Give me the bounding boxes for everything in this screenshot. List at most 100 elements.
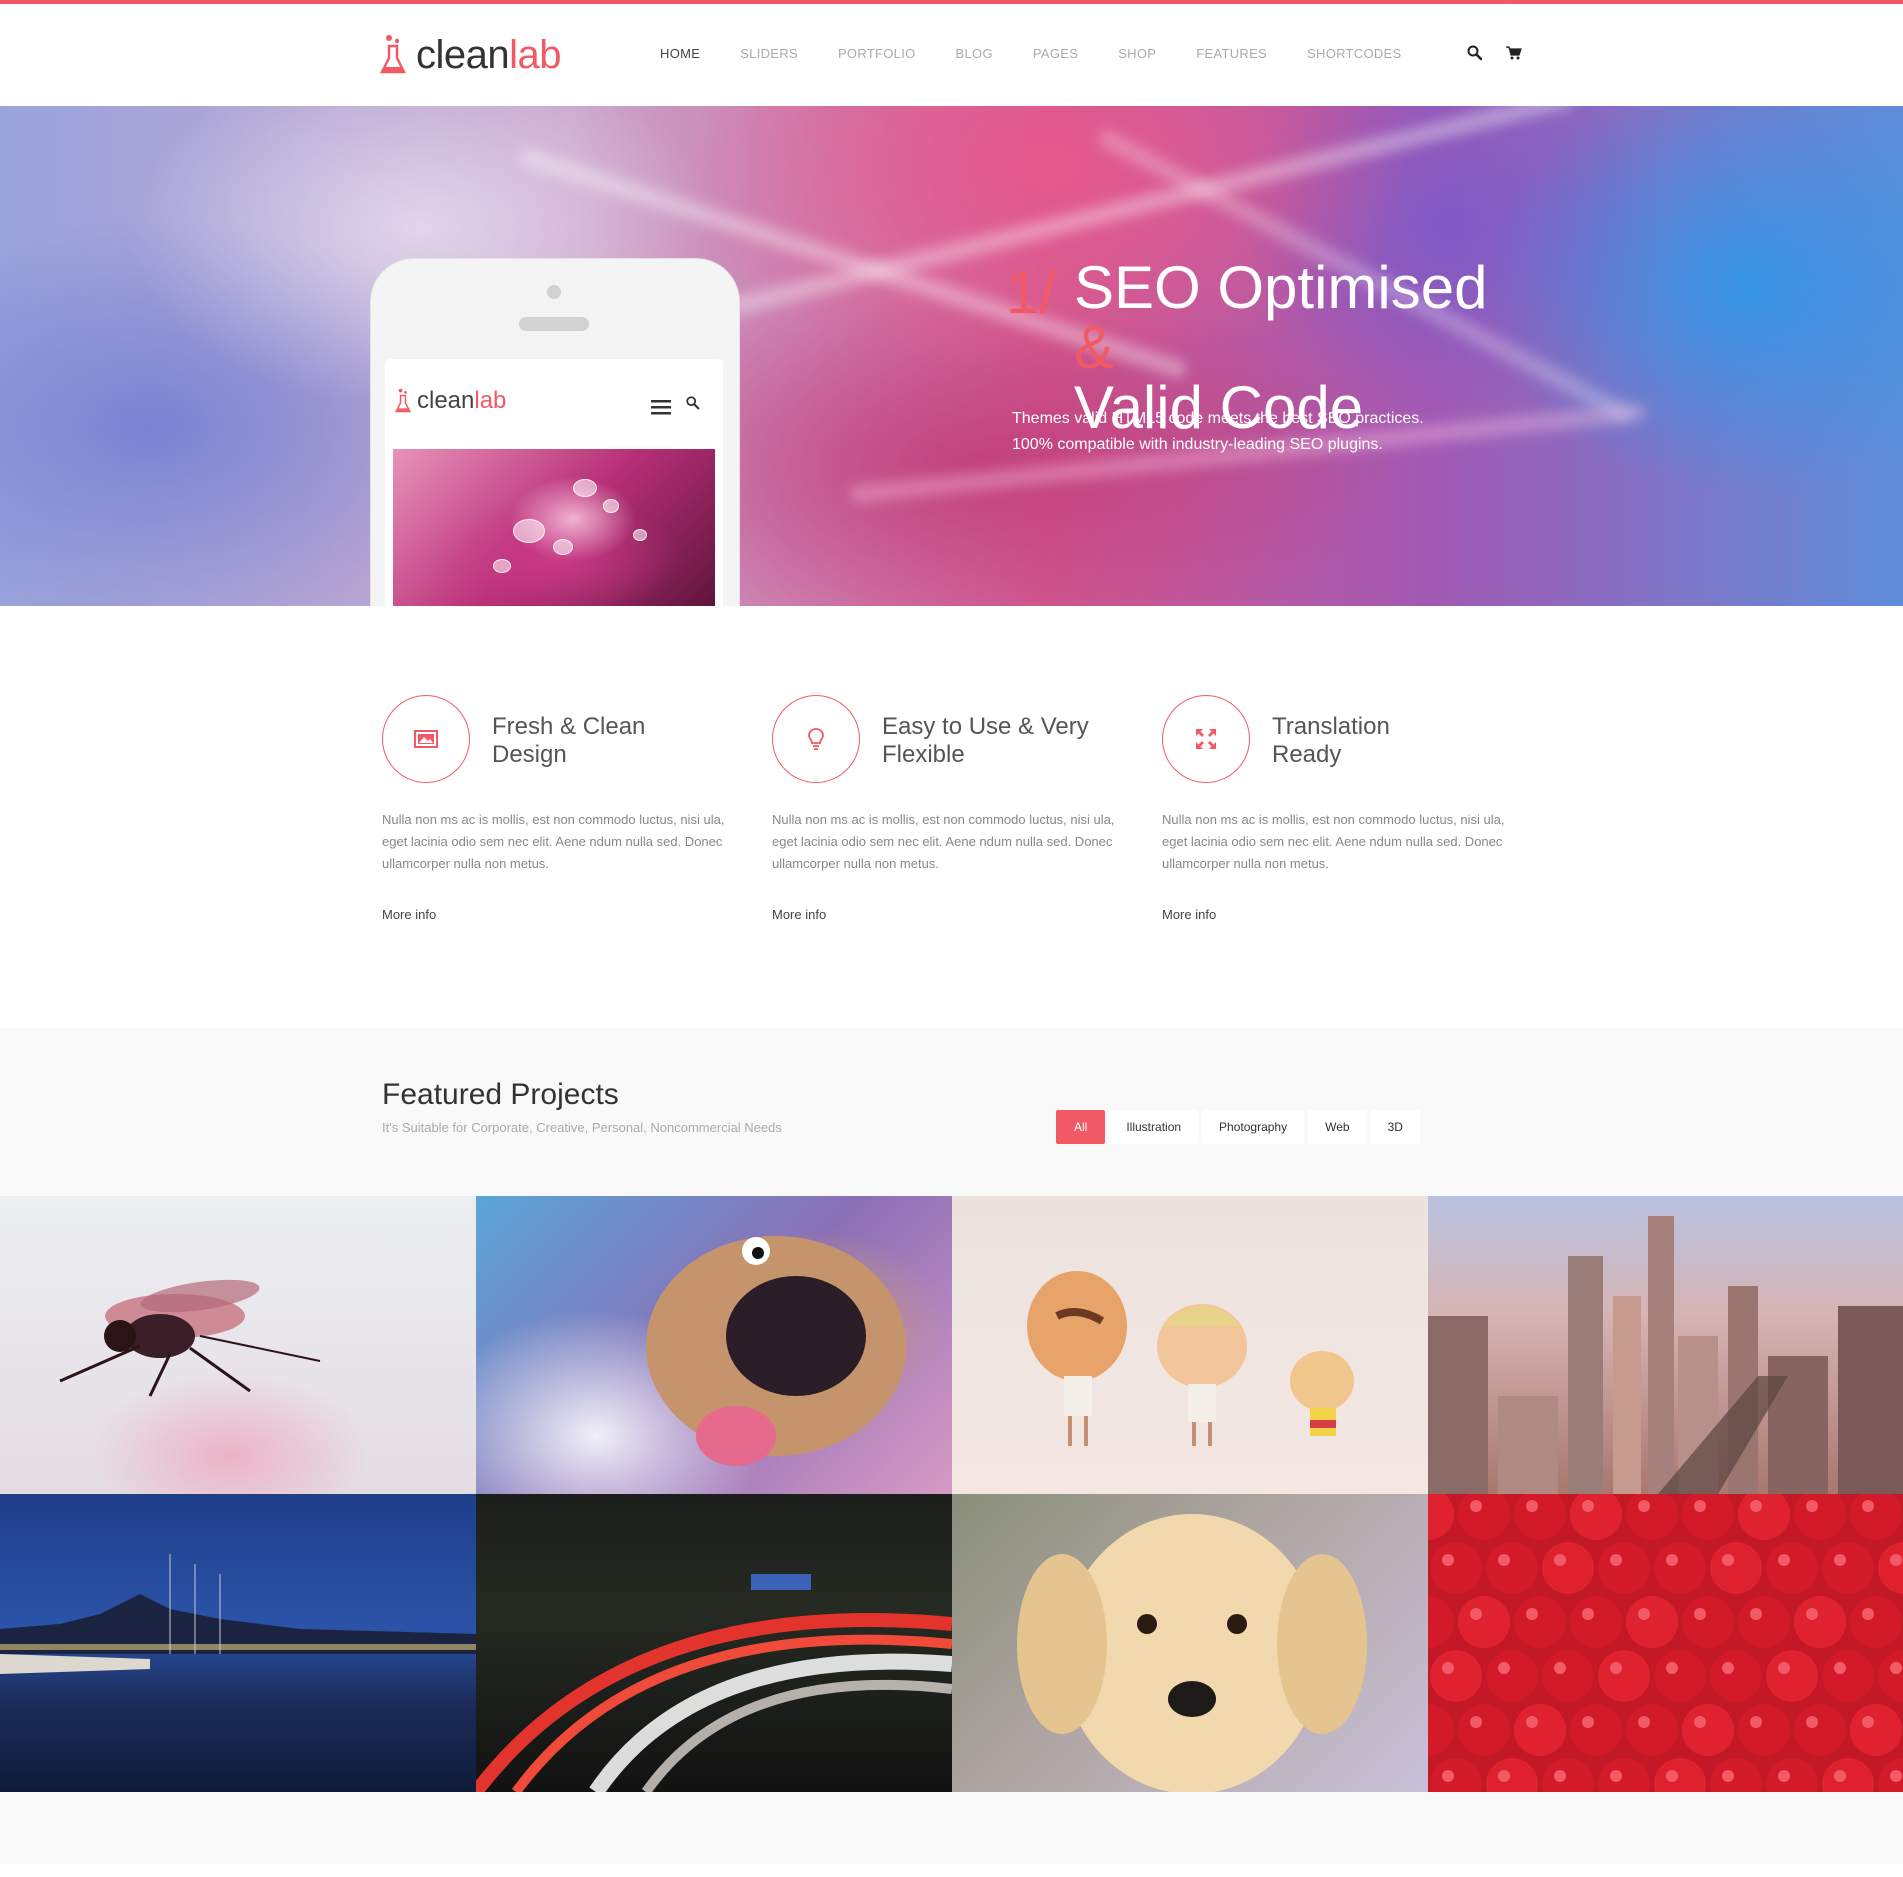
nav-item-sliders[interactable]: SLIDERS xyxy=(740,46,798,61)
nav-item-features[interactable]: FEATURES xyxy=(1196,46,1267,61)
raspberry-highlight xyxy=(1666,1554,1678,1566)
raspberry xyxy=(1822,1650,1874,1702)
raspberry xyxy=(1486,1758,1538,1792)
more-info-link[interactable]: More info xyxy=(1162,907,1216,922)
feature-title: Translation Ready xyxy=(1272,713,1390,768)
raspberry-highlight xyxy=(1806,1500,1818,1512)
raspberry-highlight xyxy=(1778,1662,1790,1674)
raspberry xyxy=(1570,1596,1622,1648)
raspberry xyxy=(1458,1494,1510,1540)
flask-logo-icon xyxy=(395,388,411,413)
filter-illustration[interactable]: Illustration xyxy=(1109,1110,1199,1144)
raspberry-highlight xyxy=(1498,1770,1510,1782)
mechanical-fly-image xyxy=(59,1279,321,1397)
feature-title: Easy to Use & Very Flexible xyxy=(882,713,1089,768)
raspberry-highlight xyxy=(1582,1500,1594,1512)
raspberry xyxy=(1878,1542,1903,1594)
nav-item-portfolio[interactable]: PORTFOLIO xyxy=(838,46,916,61)
project-tile-raspberries[interactable] xyxy=(1428,1494,1903,1792)
raspberry-highlight xyxy=(1582,1608,1594,1620)
raspberry-highlight xyxy=(1834,1662,1846,1674)
filter-photography[interactable]: Photography xyxy=(1202,1110,1305,1144)
raspberry xyxy=(1850,1596,1902,1648)
cart-icon[interactable] xyxy=(1505,44,1523,62)
logo[interactable]: cleanlab xyxy=(380,30,562,80)
raspberry-highlight xyxy=(1526,1716,1538,1728)
raspberry-highlight xyxy=(1610,1662,1622,1674)
city-skyline-image xyxy=(1428,1216,1903,1494)
raspberry xyxy=(1626,1494,1678,1540)
raspberry xyxy=(1486,1650,1538,1702)
raspberry-highlight xyxy=(1722,1770,1734,1782)
nav-item-blog[interactable]: BLOG xyxy=(956,46,993,61)
filter-all[interactable]: All xyxy=(1056,1110,1106,1144)
raspberry-highlight xyxy=(1722,1662,1734,1674)
raspberry xyxy=(1822,1758,1874,1792)
slide-number: 1/ xyxy=(1006,259,1057,326)
image-icon xyxy=(414,730,438,748)
raspberry xyxy=(1850,1494,1902,1540)
more-info-link[interactable]: More info xyxy=(382,907,436,922)
raspberry-highlight xyxy=(1442,1662,1454,1674)
light-trails-image xyxy=(476,1574,952,1792)
filter-3d[interactable]: 3D xyxy=(1370,1110,1420,1144)
nav-item-shortcodes[interactable]: SHORTCODES xyxy=(1307,46,1402,61)
water-drop xyxy=(493,559,511,573)
project-tile-mechanical-fly[interactable] xyxy=(0,1196,476,1494)
project-tile-city-skyline[interactable] xyxy=(1428,1196,1903,1494)
feature-icon-circle xyxy=(1162,695,1250,783)
raspberry-highlight xyxy=(1750,1608,1762,1620)
raspberry xyxy=(1430,1650,1482,1702)
raspberry-highlight xyxy=(1442,1554,1454,1566)
raspberry xyxy=(1458,1596,1510,1648)
project-tile-cartoon-dog[interactable] xyxy=(476,1196,952,1494)
project-tile-marina-night[interactable] xyxy=(0,1494,476,1792)
raspberry-highlight xyxy=(1666,1662,1678,1674)
raspberry-highlight xyxy=(1610,1554,1622,1566)
raspberry-highlight xyxy=(1722,1554,1734,1566)
raspberry-highlight xyxy=(1862,1608,1874,1620)
raspberry xyxy=(1850,1704,1902,1756)
raspberry xyxy=(1766,1542,1818,1594)
raspberry xyxy=(1878,1650,1903,1702)
project-tile-puppy[interactable] xyxy=(952,1494,1428,1792)
more-info-link[interactable]: More info xyxy=(772,907,826,922)
nav-item-shop[interactable]: SHOP xyxy=(1118,46,1156,61)
raspberry-highlight xyxy=(1526,1608,1538,1620)
raspberry xyxy=(1514,1494,1566,1540)
feature-icon-circle xyxy=(772,695,860,783)
3d-characters-image xyxy=(1027,1271,1354,1446)
raspberry-highlight xyxy=(1442,1770,1454,1782)
raspberry-highlight xyxy=(1554,1770,1566,1782)
raspberry xyxy=(1794,1596,1846,1648)
raspberry xyxy=(1542,1542,1594,1594)
marina-night-image xyxy=(0,1554,476,1674)
feature-title: Fresh & Clean Design xyxy=(492,713,646,768)
raspberry-highlight xyxy=(1694,1500,1706,1512)
raspberry xyxy=(1822,1542,1874,1594)
nav-item-home[interactable]: HOME xyxy=(660,46,700,61)
nav-item-pages[interactable]: PAGES xyxy=(1033,46,1078,61)
hero-subtitle: Themes valid HTML5 code meets the best S… xyxy=(1012,406,1452,458)
water-drop xyxy=(513,519,545,543)
raspberry xyxy=(1514,1596,1566,1648)
phone-mockup: clean lab xyxy=(370,258,740,606)
project-tile-light-trails[interactable] xyxy=(476,1494,952,1792)
raspberry xyxy=(1654,1758,1706,1792)
raspberry xyxy=(1542,1758,1594,1792)
raspberry-highlight xyxy=(1554,1662,1566,1674)
raspberry xyxy=(1486,1542,1538,1594)
expand-icon xyxy=(1196,729,1216,749)
raspberry-highlight xyxy=(1890,1770,1902,1782)
filter-web[interactable]: Web xyxy=(1308,1110,1367,1144)
raspberry xyxy=(1738,1494,1790,1540)
search-icon[interactable] xyxy=(1466,44,1484,62)
hamburger-menu-icon[interactable] xyxy=(651,399,671,415)
site-header: cleanlab HOME SLIDERS PORTFOLIO BLOG PAG… xyxy=(0,4,1903,107)
raspberry xyxy=(1766,1650,1818,1702)
raspberry-highlight xyxy=(1470,1608,1482,1620)
project-tile-3d-characters[interactable] xyxy=(952,1196,1428,1494)
search-icon[interactable] xyxy=(685,395,701,411)
lightbulb-icon xyxy=(808,728,824,750)
raspberry-highlight xyxy=(1862,1716,1874,1728)
